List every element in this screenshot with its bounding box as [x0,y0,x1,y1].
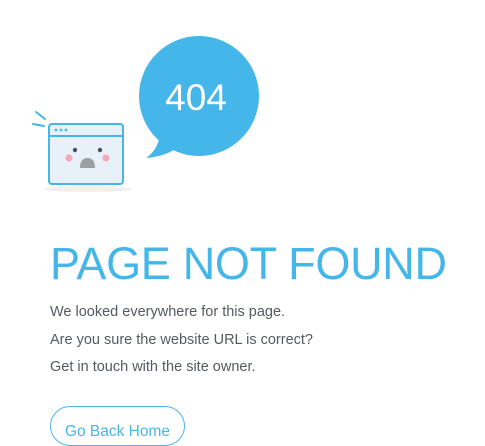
error-message-1: We looked everywhere for this page. [50,304,286,320]
go-back-home-button[interactable]: Go Back Home [50,406,185,446]
sad-browser-window-icon [32,111,132,192]
error-code: 404 [165,77,227,118]
error-illustration: 404 [32,36,259,192]
error-message-2: Are you sure the website URL is correct? [50,332,313,348]
error-message-3: Get in touch with the site owner. [50,359,256,375]
speech-bubble: 404 [139,36,259,158]
page-title: PAGE NOT FOUND [50,238,447,289]
